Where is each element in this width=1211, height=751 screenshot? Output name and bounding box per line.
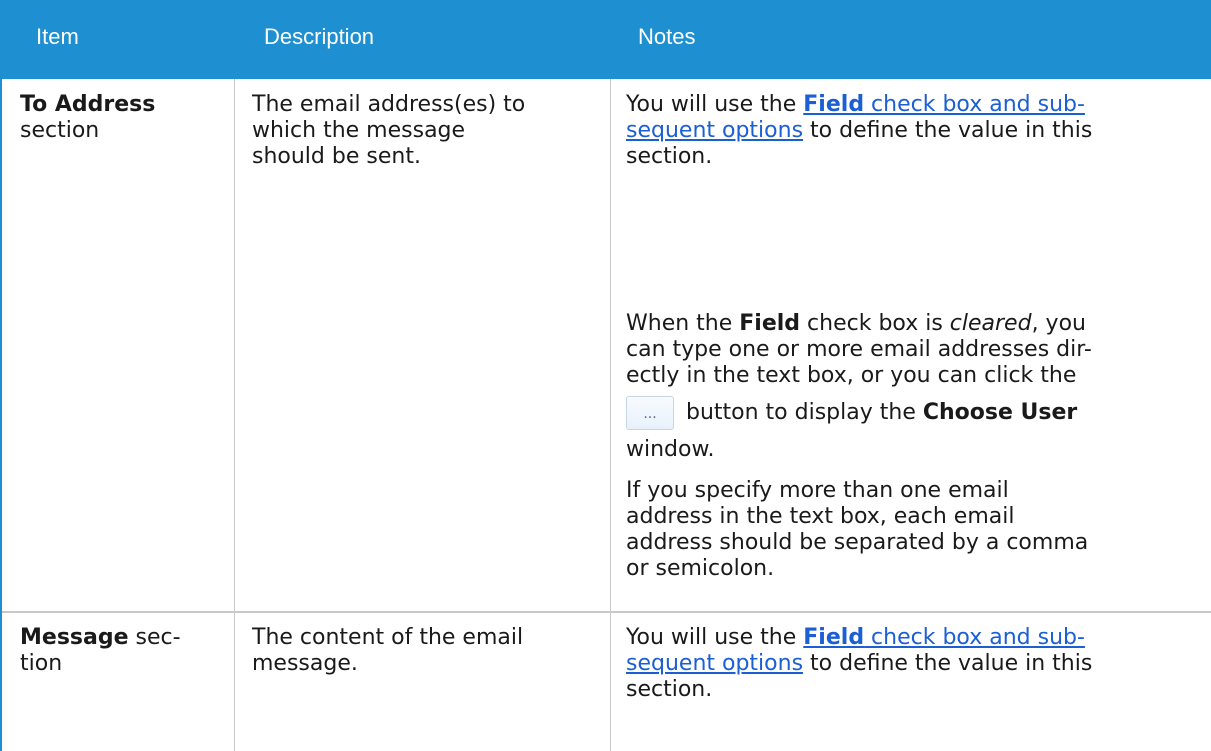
description-line: should be sent.: [252, 144, 421, 169]
column-divider: [234, 79, 235, 751]
item-suffix: section: [20, 118, 100, 143]
notes-text: section.: [626, 144, 713, 169]
notes-text: When the: [626, 311, 740, 336]
field-term: Field: [739, 311, 801, 336]
row-divider: [2, 611, 1211, 613]
description-line: The content of the email: [252, 625, 524, 650]
notes-text: You will use the: [626, 92, 804, 117]
table-row-description: The content of the email message.: [252, 625, 602, 677]
notes-text: section.: [626, 677, 713, 702]
notes-text: or semicolon.: [626, 556, 775, 581]
header-description: Description: [264, 24, 375, 49]
cleared-term: cleared: [949, 311, 1032, 336]
choose-user-term: Choose User: [922, 400, 1078, 425]
ellipsis-button[interactable]: ...: [626, 396, 674, 430]
table-row-notes-intro: You will use the Field check box and sub…: [626, 92, 1206, 170]
notes-text: to define the value in this: [803, 118, 1093, 143]
description-line: message.: [252, 651, 358, 676]
table-header-row: Item Description Notes: [2, 0, 1211, 79]
notes-text: check box is: [800, 311, 950, 336]
table-row-notes-cleared: When the Field check box is cleared, you…: [626, 311, 1206, 463]
description-line: which the message: [252, 118, 466, 143]
item-name: To Address: [20, 92, 156, 117]
field-options-link[interactable]: Field check box and sub-: [803, 625, 1085, 650]
item-name: Message: [20, 625, 129, 650]
notes-text: ectly in the text box, or you can click …: [626, 363, 1077, 388]
table-row-notes-intro: You will use the Field check box and sub…: [626, 625, 1206, 703]
table-row-notes-multi: If you specify more than one email addre…: [626, 478, 1206, 582]
item-suffix: tion: [20, 651, 63, 676]
notes-text: can type one or more email addresses dir…: [626, 337, 1092, 362]
column-divider: [610, 79, 611, 751]
description-line: The email address(es) to: [252, 92, 526, 117]
table-row-description: The email address(es) to which the messa…: [252, 92, 602, 170]
header-item: Item: [36, 24, 79, 49]
field-options-link[interactable]: Field check box and sub-: [803, 92, 1085, 117]
notes-text: to define the value in this: [803, 651, 1093, 676]
field-options-link-cont[interactable]: sequent options: [626, 651, 803, 676]
table-row-item: To Address section: [20, 92, 225, 144]
table-row-item: Message sec- tion: [20, 625, 225, 677]
notes-text: , you: [1031, 311, 1086, 336]
notes-text: You will use the: [626, 625, 804, 650]
header-notes: Notes: [638, 24, 696, 49]
notes-text: address in the text box, each email: [626, 504, 1015, 529]
notes-text: If you specify more than one email: [626, 478, 1009, 503]
notes-text: address should be separated by a comma: [626, 530, 1089, 555]
item-suffix: sec-: [128, 625, 181, 650]
notes-text: button to display the: [686, 400, 923, 425]
notes-text: window.: [626, 437, 715, 462]
field-options-link-cont[interactable]: sequent options: [626, 118, 803, 143]
document-table: Item Description Notes To Address sectio…: [0, 0, 1211, 751]
